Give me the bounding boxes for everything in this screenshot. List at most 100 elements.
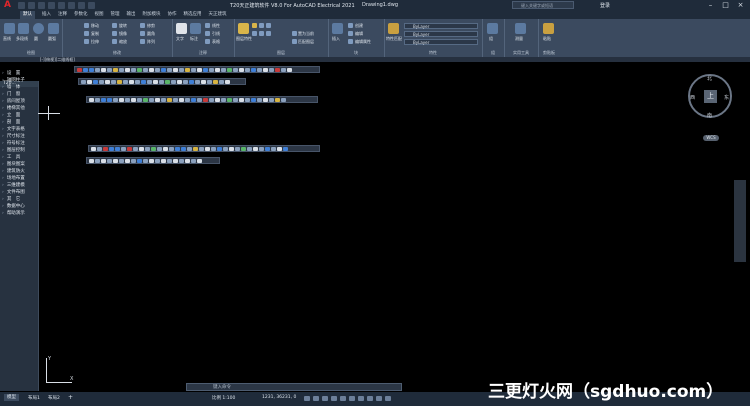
color-dropdown[interactable]: ByLayer bbox=[404, 23, 478, 29]
rotate-label[interactable]: 旋转 bbox=[119, 23, 127, 29]
stretch-icon[interactable] bbox=[84, 39, 89, 44]
layer-isolate-icon[interactable] bbox=[259, 31, 264, 36]
toolbar-icon[interactable] bbox=[191, 67, 196, 72]
toolbar-icon[interactable] bbox=[103, 146, 108, 151]
toolbar-icon[interactable] bbox=[119, 67, 124, 72]
toolbar-icon[interactable] bbox=[251, 97, 256, 102]
panel-annotation-label[interactable]: 注释 bbox=[172, 50, 234, 56]
autocad-logo-icon[interactable]: A bbox=[4, 1, 13, 10]
floating-toolbar-4[interactable] bbox=[88, 145, 320, 152]
toolbar-icon[interactable] bbox=[143, 158, 148, 163]
insert-block-icon[interactable] bbox=[332, 23, 343, 34]
toolbar-icon[interactable] bbox=[193, 146, 198, 151]
move-label[interactable]: 移动 bbox=[91, 23, 99, 29]
toolbar-icon[interactable] bbox=[109, 146, 114, 151]
toolbar-icon[interactable] bbox=[93, 79, 98, 84]
tab-parametric[interactable]: 参数化 bbox=[74, 11, 88, 19]
dimension-icon[interactable] bbox=[190, 23, 201, 34]
move-icon[interactable] bbox=[84, 23, 89, 28]
toolbar-icon[interactable] bbox=[87, 79, 92, 84]
viewport-controls[interactable]: [-][俯视][二维线框] bbox=[40, 57, 75, 62]
fillet-icon[interactable] bbox=[140, 31, 145, 36]
palette-item[interactable]: › 文字表格 bbox=[2, 127, 36, 133]
minimize-icon[interactable]: – bbox=[706, 1, 715, 9]
toolbar-icon[interactable] bbox=[149, 67, 154, 72]
toolbar-icon[interactable] bbox=[283, 146, 288, 151]
print-icon[interactable] bbox=[58, 2, 65, 9]
toolbar-icon[interactable] bbox=[215, 97, 220, 102]
palette-item[interactable]: › 文件布图 bbox=[2, 190, 36, 196]
panel-group-label[interactable]: 组 bbox=[482, 50, 504, 56]
toolbar-icon[interactable] bbox=[247, 146, 252, 151]
toolbar-icon[interactable] bbox=[89, 97, 94, 102]
toolbar-icon[interactable] bbox=[89, 158, 94, 163]
toolbar-icon[interactable] bbox=[269, 97, 274, 102]
rotate-icon[interactable] bbox=[112, 23, 117, 28]
annotation-scale[interactable]: 比例 1:100 bbox=[212, 395, 235, 401]
tab-view[interactable]: 视图 bbox=[95, 11, 104, 19]
toolbar-icon[interactable] bbox=[191, 158, 196, 163]
tab-layout2[interactable]: 布局2 bbox=[48, 395, 60, 401]
toolbar-icon[interactable] bbox=[253, 146, 258, 151]
toolbar-icon[interactable] bbox=[111, 79, 116, 84]
compass-south[interactable]: 南 bbox=[707, 112, 712, 119]
toolbar-icon[interactable] bbox=[89, 67, 94, 72]
floating-toolbar-3[interactable] bbox=[86, 96, 318, 103]
model-space-icon[interactable] bbox=[304, 396, 310, 401]
toolbar-icon[interactable] bbox=[139, 146, 144, 151]
toolbar-icon[interactable] bbox=[143, 97, 148, 102]
tab-default[interactable]: 默认 bbox=[20, 11, 35, 19]
toolbar-icon[interactable] bbox=[221, 67, 226, 72]
palette-item[interactable]: › 建筑防火 bbox=[2, 169, 36, 175]
layer-off-icon[interactable] bbox=[252, 31, 257, 36]
toolbar-icon[interactable] bbox=[239, 67, 244, 72]
toolbar-icon[interactable] bbox=[101, 67, 106, 72]
toolbar-icon[interactable] bbox=[163, 146, 168, 151]
tab-tangent[interactable]: 天正建筑 bbox=[209, 11, 227, 19]
match-layer-label[interactable]: 匹配图层 bbox=[298, 39, 314, 45]
toolbar-icon[interactable] bbox=[149, 158, 154, 163]
command-input[interactable]: 键入命令 bbox=[186, 383, 402, 391]
palette-item[interactable]: › 剖 面 bbox=[2, 120, 36, 126]
redo-icon[interactable] bbox=[78, 2, 85, 9]
edit-block-icon[interactable] bbox=[348, 31, 353, 36]
share-icon[interactable] bbox=[88, 2, 95, 9]
palette-item[interactable]: › 设 置 bbox=[2, 71, 36, 77]
otrack-icon[interactable] bbox=[358, 396, 364, 401]
toolbar-icon[interactable] bbox=[107, 97, 112, 102]
toolbar-icon[interactable] bbox=[233, 97, 238, 102]
palette-item[interactable]: › 三维建模 bbox=[2, 183, 36, 189]
copy-icon[interactable] bbox=[84, 31, 89, 36]
compass-east[interactable]: 东 bbox=[724, 94, 729, 101]
toolbar-icon[interactable] bbox=[91, 146, 96, 151]
grid-icon[interactable] bbox=[313, 396, 319, 401]
toolbar-icon[interactable] bbox=[147, 79, 152, 84]
toolbar-icon[interactable] bbox=[207, 79, 212, 84]
toolbar-icon[interactable] bbox=[125, 67, 130, 72]
toolbar-icon[interactable] bbox=[83, 67, 88, 72]
toolbar-icon[interactable] bbox=[131, 97, 136, 102]
toolbar-icon[interactable] bbox=[153, 79, 158, 84]
stretch-label[interactable]: 拉伸 bbox=[91, 39, 99, 45]
compass-west[interactable]: 西 bbox=[690, 94, 695, 101]
toolbar-icon[interactable] bbox=[113, 158, 118, 163]
toolbar-icon[interactable] bbox=[155, 67, 160, 72]
toolbar-icon[interactable] bbox=[227, 97, 232, 102]
toolbar-icon[interactable] bbox=[121, 146, 126, 151]
toolbar-icon[interactable] bbox=[125, 158, 130, 163]
floating-toolbar-5[interactable] bbox=[86, 157, 220, 164]
undo-icon[interactable] bbox=[68, 2, 75, 9]
palette-item[interactable]: › 符号标注 bbox=[2, 141, 36, 147]
toolbar-icon[interactable] bbox=[105, 79, 110, 84]
group-icon[interactable] bbox=[487, 23, 498, 34]
palette-item[interactable]: › 房间屋顶 bbox=[2, 99, 36, 105]
palette-item[interactable]: › 数据中心 bbox=[2, 204, 36, 210]
toolbar-icon[interactable] bbox=[209, 67, 214, 72]
toolbar-icon[interactable] bbox=[191, 97, 196, 102]
linetype-dropdown[interactable]: ByLayer bbox=[404, 31, 478, 37]
layer-freeze-icon[interactable] bbox=[259, 23, 264, 28]
toolbar-icon[interactable] bbox=[95, 158, 100, 163]
toolbar-icon[interactable] bbox=[235, 146, 240, 151]
toolbar-icon[interactable] bbox=[115, 146, 120, 151]
toolbar-icon[interactable] bbox=[239, 97, 244, 102]
